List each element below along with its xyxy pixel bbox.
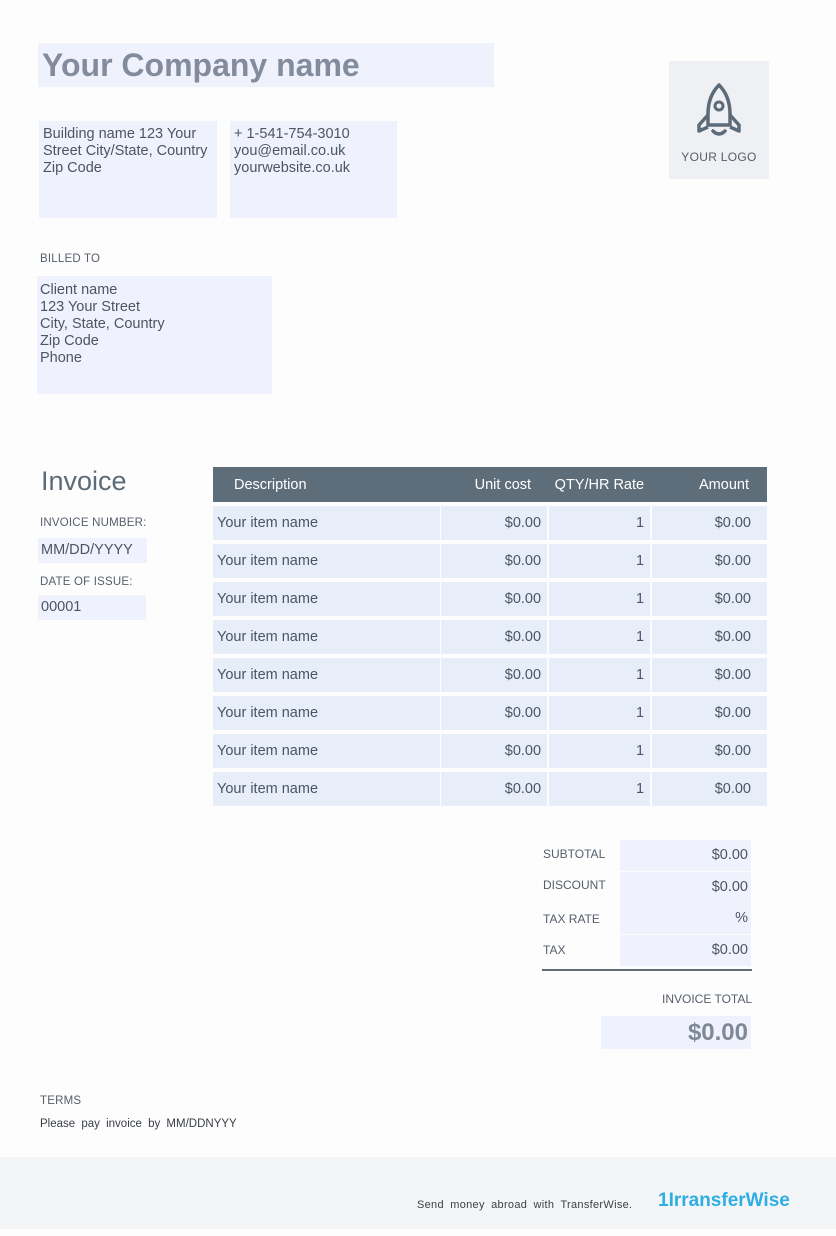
client-zip: Zip Code (40, 333, 99, 349)
item-description[interactable]: Your item name (213, 654, 440, 692)
client-name: Client name (40, 282, 118, 298)
table-row: Your item name $0.00 1 $0.00 (213, 540, 767, 578)
header-description: Description (213, 467, 440, 502)
item-amount[interactable]: $0.00 (651, 616, 767, 654)
item-description[interactable]: Your item name (213, 502, 440, 540)
tax-label: TAX (543, 943, 566, 957)
invoice-number-label: INVOICE NUMBER: (40, 517, 147, 529)
discount-value[interactable]: $0.00 (620, 872, 751, 903)
address-line: Building name 123 Your (43, 126, 197, 142)
item-qty[interactable]: 1 (548, 654, 651, 692)
table-header-row: Description Unit cost QTY/HR Rate Amount (213, 467, 767, 502)
subtotal-value[interactable]: $0.00 (620, 840, 751, 871)
client-phone: Phone (40, 350, 82, 366)
billed-to-label: BILLED TO (40, 253, 101, 265)
invoice-title: Invoice (41, 466, 127, 496)
invoice-number-field[interactable]: MM/DD/YYYY (38, 538, 147, 563)
item-description[interactable]: Your item name (213, 730, 440, 768)
header-amount: Amount (651, 467, 767, 502)
logo-placeholder[interactable]: YOUR LOGO (669, 61, 769, 179)
item-description[interactable]: Your item name (213, 616, 440, 654)
item-amount[interactable]: $0.00 (651, 768, 767, 806)
terms-label: TERMS (40, 1095, 82, 1107)
item-amount[interactable]: $0.00 (651, 692, 767, 730)
client-street: 123 Your Street (40, 299, 140, 315)
item-amount[interactable]: $0.00 (651, 502, 767, 540)
invoice-total-label: INVOICE TOTAL (662, 992, 753, 1006)
item-description[interactable]: Your item name (213, 540, 440, 578)
phone-text: + 1-541-754-3010 (234, 126, 350, 142)
address-line: Street City/State, Country (43, 143, 208, 159)
item-unit-cost[interactable]: $0.00 (441, 730, 548, 768)
tax-value[interactable]: $0.00 (620, 935, 751, 966)
invoice-total-value[interactable]: $0.00 (601, 1016, 751, 1049)
logo-label: YOUR LOGO (681, 150, 757, 164)
billed-to-box[interactable]: Client name 123 Your Street City, State,… (37, 276, 272, 394)
subtotal-label: SUBTOTAL (543, 847, 606, 861)
table-row: Your item name $0.00 1 $0.00 (213, 768, 767, 806)
header-qty: QTY/HR Rate (548, 467, 651, 502)
tax-rate-value[interactable]: % (620, 903, 751, 934)
footer-text: Send money abroad with TransferWise. (417, 1199, 633, 1211)
date-of-issue-field[interactable]: 00001 (38, 595, 146, 620)
discount-label: DISCOUNT (543, 878, 606, 892)
item-unit-cost[interactable]: $0.00 (441, 768, 548, 806)
item-amount[interactable]: $0.00 (651, 578, 767, 616)
item-description[interactable]: Your item name (213, 578, 440, 616)
item-amount[interactable]: $0.00 (651, 540, 767, 578)
website-text: yourwebsite.co.uk (234, 160, 351, 176)
item-unit-cost[interactable]: $0.00 (441, 540, 548, 578)
transferwise-logo[interactable]: 1IrransferWise (658, 1190, 790, 1212)
item-description[interactable]: Your item name (213, 768, 440, 806)
table-row: Your item name $0.00 1 $0.00 (213, 578, 767, 616)
table-row: Your item name $0.00 1 $0.00 (213, 692, 767, 730)
item-unit-cost[interactable]: $0.00 (441, 616, 548, 654)
item-unit-cost[interactable]: $0.00 (441, 692, 548, 730)
email-text: you@email.co.uk (234, 143, 346, 159)
item-qty[interactable]: 1 (548, 502, 651, 540)
line-items-table: Description Unit cost QTY/HR Rate Amount… (213, 467, 767, 806)
item-unit-cost[interactable]: $0.00 (441, 502, 548, 540)
item-qty[interactable]: 1 (548, 616, 651, 654)
table-row: Your item name $0.00 1 $0.00 (213, 616, 767, 654)
tax-rate-label: TAX RATE (543, 912, 600, 926)
rocket-icon (694, 83, 744, 145)
company-contact[interactable]: + 1-541-754-3010 you@email.co.uk yourweb… (230, 121, 397, 218)
item-qty[interactable]: 1 (548, 730, 651, 768)
item-qty[interactable]: 1 (548, 578, 651, 616)
table-row: Your item name $0.00 1 $0.00 (213, 654, 767, 692)
client-city: City, State, Country (40, 316, 165, 332)
header-unit-cost: Unit cost (441, 467, 548, 502)
item-unit-cost[interactable]: $0.00 (441, 654, 548, 692)
item-qty[interactable]: 1 (548, 768, 651, 806)
date-of-issue-label: DATE OF ISSUE: (40, 576, 133, 588)
company-name[interactable]: Your Company name (38, 43, 494, 87)
company-address[interactable]: Building name 123 Your Street City/State… (39, 121, 217, 218)
item-description[interactable]: Your item name (213, 692, 440, 730)
table-row: Your item name $0.00 1 $0.00 (213, 502, 767, 540)
item-amount[interactable]: $0.00 (651, 730, 767, 768)
terms-text[interactable]: Please pay invoice by MM/DDNYYY (40, 1118, 237, 1130)
item-qty[interactable]: 1 (548, 692, 651, 730)
totals-divider (542, 969, 752, 971)
item-amount[interactable]: $0.00 (651, 654, 767, 692)
item-unit-cost[interactable]: $0.00 (441, 578, 548, 616)
address-line: Zip Code (43, 160, 102, 176)
item-qty[interactable]: 1 (548, 540, 651, 578)
table-row: Your item name $0.00 1 $0.00 (213, 730, 767, 768)
